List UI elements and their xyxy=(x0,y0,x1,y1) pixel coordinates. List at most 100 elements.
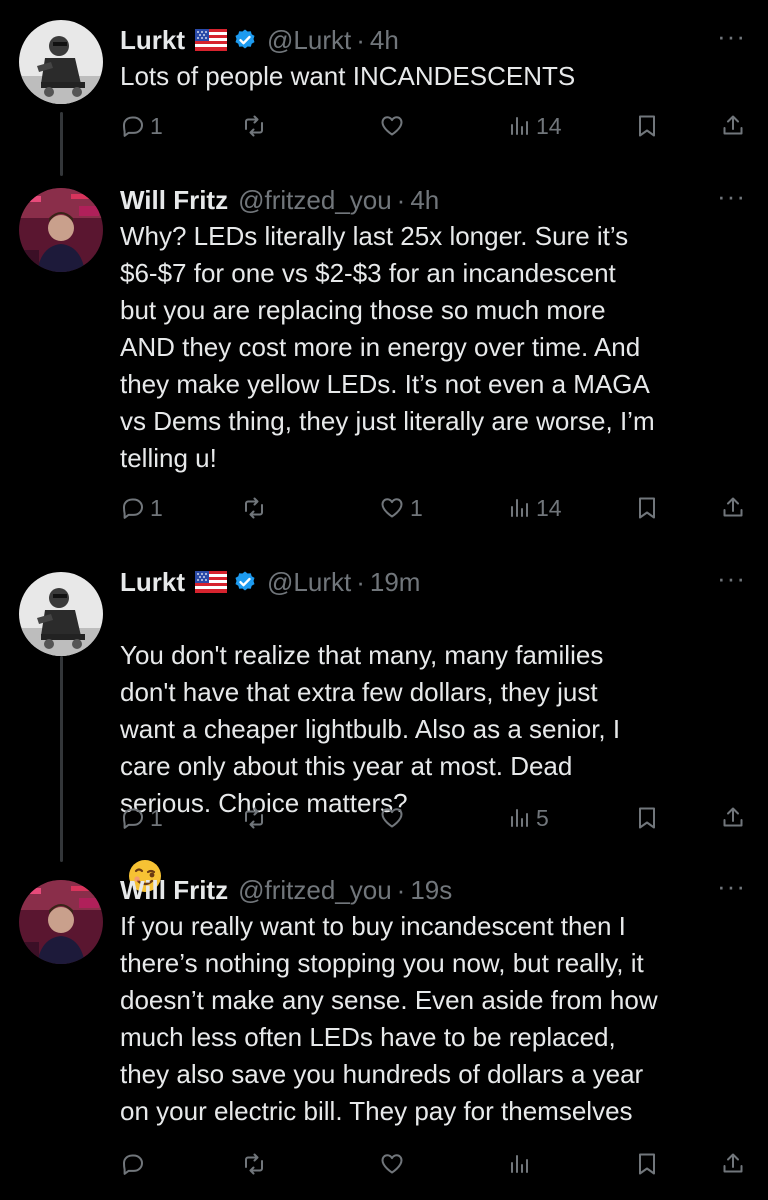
retweet-button[interactable] xyxy=(240,490,268,526)
bookmark-button[interactable] xyxy=(634,800,660,836)
share-button[interactable] xyxy=(720,108,746,144)
retweet-button[interactable] xyxy=(240,108,268,144)
display-name[interactable]: Will Fritz xyxy=(120,875,228,906)
reply-button[interactable]: 1 xyxy=(120,490,163,526)
like-button[interactable]: 1 xyxy=(378,490,423,526)
handle[interactable]: @fritzed_you xyxy=(238,185,392,216)
retweet-button[interactable] xyxy=(240,1146,268,1182)
tweet-text: Lots of people want INCANDESCENTS xyxy=(120,61,576,91)
reply-count: 1 xyxy=(150,494,163,521)
bookmark-button[interactable] xyxy=(634,490,660,526)
separator: · xyxy=(356,24,365,55)
bookmark-button[interactable] xyxy=(634,1146,660,1182)
retweet-icon xyxy=(245,807,263,829)
tweet-text: You don't realize that many, many famili… xyxy=(120,600,740,903)
share-button[interactable] xyxy=(720,490,746,526)
like-button[interactable] xyxy=(378,108,406,144)
share-icon xyxy=(723,115,743,135)
views-button[interactable]: 14 xyxy=(506,490,562,526)
timestamp[interactable]: 4h xyxy=(370,25,399,56)
reply-button[interactable]: 1 xyxy=(120,800,163,836)
bookmark-icon xyxy=(639,115,655,137)
tweet-actions: 1 5 xyxy=(0,800,768,836)
timestamp[interactable]: 19m xyxy=(370,567,421,598)
reply-count: 1 xyxy=(150,112,163,139)
tweet-text-content: You don't realize that many, many famili… xyxy=(120,640,621,818)
avatar-image-will-fritz xyxy=(19,188,103,272)
separator: · xyxy=(396,874,406,905)
verified-badge-icon[interactable] xyxy=(233,570,257,594)
reply-button[interactable]: 1 xyxy=(120,108,163,144)
avatar-image-lurkt xyxy=(19,20,103,104)
tweet[interactable]: Will Fritz @fritzed_you · 19s ··· If you… xyxy=(0,870,768,1200)
avatar[interactable] xyxy=(19,572,103,656)
reply-icon xyxy=(123,1154,143,1175)
retweet-button[interactable] xyxy=(240,800,268,836)
tweet[interactable]: Will Fritz @fritzed_you · 4h ··· Why? LE… xyxy=(0,180,768,550)
views-button[interactable]: 14 xyxy=(506,108,562,144)
more-icon[interactable]: ··· xyxy=(717,565,746,591)
share-icon xyxy=(723,807,743,827)
like-icon xyxy=(381,498,403,518)
retweet-icon xyxy=(245,497,263,519)
bookmark-icon xyxy=(639,807,655,829)
display-name[interactable]: Lurkt xyxy=(120,567,185,598)
avatar-image-lurkt xyxy=(19,572,103,656)
tweet-text: Why? LEDs literally last 25x longer. Sur… xyxy=(120,221,655,473)
share-icon xyxy=(723,497,743,517)
verified-badge-icon[interactable] xyxy=(233,28,257,52)
tweet[interactable]: Lurkt @Lurkt · 19m ··· You don't realize… xyxy=(0,562,768,892)
tweet-actions: 1 14 xyxy=(0,108,768,144)
handle[interactable]: @Lurkt xyxy=(267,25,351,56)
reply-button[interactable] xyxy=(120,1146,146,1182)
bookmark-button[interactable] xyxy=(634,108,660,144)
tweet-header: Will Fritz @fritzed_you · 19s xyxy=(120,870,452,910)
views-button[interactable]: 5 xyxy=(506,800,549,836)
avatar[interactable] xyxy=(19,188,103,272)
avatar[interactable] xyxy=(19,20,103,104)
tweet-actions xyxy=(0,1146,768,1182)
more-icon[interactable]: ··· xyxy=(717,873,746,899)
views-icon xyxy=(511,499,528,517)
handle[interactable]: @fritzed_you xyxy=(238,875,392,906)
handle[interactable]: @Lurkt xyxy=(267,567,351,598)
views-icon xyxy=(511,1155,528,1173)
like-icon xyxy=(381,116,403,136)
views-count: 14 xyxy=(536,112,562,139)
more-icon[interactable]: ··· xyxy=(717,23,746,49)
share-button[interactable] xyxy=(720,800,746,836)
display-name[interactable]: Will Fritz xyxy=(120,185,228,216)
us-flag-icon xyxy=(195,29,227,51)
bookmark-icon xyxy=(639,1153,655,1175)
separator: · xyxy=(396,184,406,215)
avatar[interactable] xyxy=(19,880,103,964)
like-icon xyxy=(381,1154,403,1174)
more-icon[interactable]: ··· xyxy=(717,183,746,209)
like-button[interactable] xyxy=(378,800,406,836)
share-button[interactable] xyxy=(720,1146,746,1182)
tweet[interactable]: Lurkt @Lurkt · 4h ··· Lots of people wan… xyxy=(0,20,768,160)
reply-count: 1 xyxy=(150,804,163,831)
tweet-header: Lurkt @Lurkt · 4h xyxy=(120,20,399,60)
views-count: 14 xyxy=(536,494,562,521)
views-count: 5 xyxy=(536,804,549,831)
timestamp[interactable]: 4h xyxy=(410,185,439,216)
tweet-actions: 1 1 14 xyxy=(0,490,768,526)
separator: · xyxy=(356,566,365,597)
avatar-image-will-fritz xyxy=(19,880,103,964)
views-button[interactable] xyxy=(506,1146,532,1182)
like-icon xyxy=(381,808,403,828)
tweet-text: If you really want to buy incandescent t… xyxy=(120,911,658,1126)
tweet-header: Lurkt @Lurkt · 19m xyxy=(120,562,420,602)
bookmark-icon xyxy=(639,497,655,519)
display-name[interactable]: Lurkt xyxy=(120,25,185,56)
views-icon xyxy=(511,117,528,135)
timestamp[interactable]: 19s xyxy=(410,875,452,906)
reply-icon xyxy=(123,116,143,137)
views-icon xyxy=(511,809,528,827)
us-flag-icon xyxy=(195,571,227,593)
reply-icon xyxy=(123,498,143,519)
like-button[interactable] xyxy=(378,1146,406,1182)
tweet-header: Will Fritz @fritzed_you · 4h xyxy=(120,180,439,220)
like-count: 1 xyxy=(410,494,423,521)
